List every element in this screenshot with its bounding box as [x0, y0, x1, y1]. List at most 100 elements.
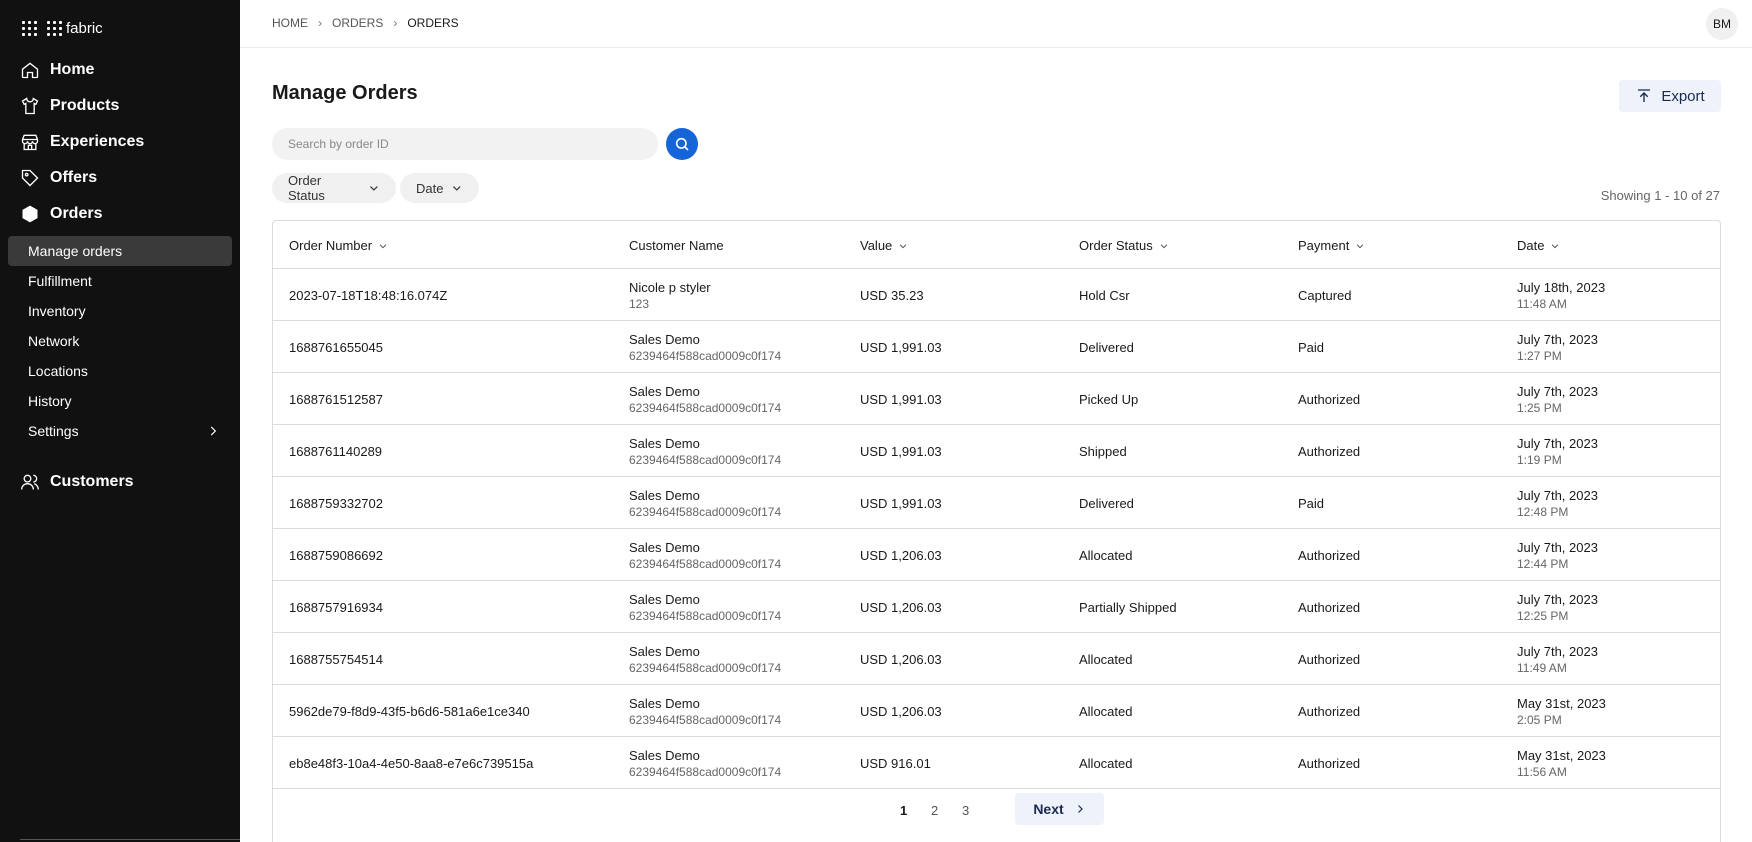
sub-item-settings[interactable]: Settings: [8, 416, 232, 446]
page-2[interactable]: 2: [931, 803, 938, 818]
table-row[interactable]: 2023-07-18T18:48:16.074Z Nicole p styler 1…: [273, 269, 1720, 321]
order-number[interactable]: 1688761512587: [289, 392, 383, 407]
sub-item-fulfillment[interactable]: Fulfillment: [8, 266, 232, 296]
customer-name: Sales Demo 6239464f588cad0009c0f174: [629, 332, 781, 363]
order-date-text: July 7th, 2023: [1517, 540, 1598, 555]
sub-item-network[interactable]: Network: [8, 326, 232, 356]
order-number[interactable]: 1688757916934: [289, 600, 383, 615]
table-row[interactable]: 1688755754514 Sales Demo 6239464f588cad000…: [273, 633, 1720, 685]
export-button[interactable]: Export: [1619, 80, 1721, 112]
column-header-value[interactable]: Value: [860, 238, 908, 253]
breadcrumb: HOME › ORDERS › ORDERS: [272, 16, 459, 30]
page-1[interactable]: 1: [900, 803, 907, 818]
table-row[interactable]: 1688759086692 Sales Demo 6239464f588cad000…: [273, 529, 1720, 581]
nav-item-home[interactable]: Home: [0, 52, 240, 88]
order-number[interactable]: 1688755754514: [289, 652, 383, 667]
customer-name-text: Sales Demo: [629, 488, 700, 503]
nav-label: Offers: [50, 169, 98, 186]
nav-item-products[interactable]: Products: [0, 88, 240, 124]
customer-name: Sales Demo 6239464f588cad0009c0f174: [629, 436, 781, 467]
column-header-order-number[interactable]: Order Number: [289, 238, 388, 253]
nav-item-customers[interactable]: Customers: [0, 464, 240, 500]
column-header-order-status[interactable]: Order Status: [1079, 238, 1169, 253]
order-date: May 31st, 2023 11:56 AM: [1517, 748, 1606, 779]
table-row[interactable]: 1688761655045 Sales Demo 6239464f588cad000…: [273, 321, 1720, 373]
column-header-date[interactable]: Date: [1517, 238, 1560, 253]
order-value: USD 1,206.03: [860, 600, 942, 615]
order-number[interactable]: 1688759086692: [289, 548, 383, 563]
order-value: USD 916.01: [860, 756, 931, 771]
payment-status: Authorized: [1298, 444, 1361, 459]
order-value: USD 1,206.03: [860, 652, 942, 667]
apps-grid-icon[interactable]: [22, 21, 37, 36]
filter-label: Date: [416, 180, 444, 196]
search-input[interactable]: [272, 128, 658, 160]
breadcrumb-separator-icon: ›: [393, 16, 398, 30]
nav-item-experiences[interactable]: Experiences: [0, 124, 240, 160]
breadcrumb-home[interactable]: HOME: [272, 16, 308, 30]
hexagon-icon: [22, 205, 38, 223]
nav-item-offers[interactable]: Offers: [0, 160, 240, 196]
search-button[interactable]: [666, 128, 698, 160]
sub-item-label: Locations: [28, 363, 88, 379]
order-value: USD 35.23: [860, 288, 924, 303]
next-page-button[interactable]: Next: [1015, 793, 1104, 825]
order-status: Delivered: [1079, 340, 1134, 355]
brand-name: fabric: [66, 20, 103, 37]
sort-chevron-icon: [900, 243, 907, 248]
payment-status: Paid: [1298, 340, 1325, 355]
order-status: Shipped: [1079, 444, 1127, 459]
table-row[interactable]: 1688761512587 Sales Demo 6239464f588cad000…: [273, 373, 1720, 425]
column-header-payment[interactable]: Payment: [1298, 238, 1365, 253]
order-number[interactable]: 1688761655045: [289, 340, 383, 355]
sub-item-manage-orders[interactable]: Manage orders: [8, 236, 232, 266]
customer-name-text: Sales Demo: [629, 332, 700, 347]
order-status-filter[interactable]: Order Status: [272, 173, 396, 203]
column-label: Order Status: [1079, 238, 1153, 253]
order-date: July 7th, 2023 1:19 PM: [1517, 436, 1598, 467]
order-number[interactable]: 2023-07-18T18:48:16.074Z: [289, 288, 447, 303]
table-row[interactable]: 1688761140289 Sales Demo 6239464f588cad000…: [273, 425, 1720, 477]
column-label: Payment: [1298, 238, 1350, 253]
order-number[interactable]: 1688759332702: [289, 496, 383, 511]
order-time: 1:27 PM: [1517, 349, 1562, 363]
order-value: USD 1,206.03: [860, 704, 942, 719]
customer-id: 6239464f588cad0009c0f174: [629, 661, 782, 675]
order-value: USD 1,991.03: [860, 340, 942, 355]
brand[interactable]: fabric: [22, 20, 103, 37]
nav-item-orders[interactable]: Orders: [0, 196, 240, 232]
sub-item-history[interactable]: History: [8, 386, 232, 416]
sub-item-inventory[interactable]: Inventory: [8, 296, 232, 326]
page-3[interactable]: 3: [962, 803, 969, 818]
order-number[interactable]: 1688761140289: [289, 444, 382, 459]
table-row[interactable]: 1688757916934 Sales Demo 6239464f588cad000…: [273, 581, 1720, 633]
order-status: Allocated: [1079, 652, 1133, 667]
payment-status: Authorized: [1298, 652, 1361, 667]
order-value: USD 1,991.03: [860, 392, 942, 407]
table-row[interactable]: 5962de79-f8d9-43f5-b6d6-581a6e1ce340 Sale…: [273, 685, 1720, 737]
sub-item-label: Fulfillment: [28, 273, 92, 289]
order-value: USD 1,991.03: [860, 496, 942, 511]
breadcrumb-orders[interactable]: ORDERS: [332, 16, 383, 30]
table-row[interactable]: 1688759332702 Sales Demo 6239464f588cad000…: [273, 477, 1720, 529]
order-value: USD 1,206.03: [860, 548, 942, 563]
customer-name: Sales Demo 6239464f588cad0009c0f174: [629, 384, 781, 415]
customer-id: 6239464f588cad0009c0f174: [629, 349, 782, 363]
order-time: 11:48 AM: [1517, 297, 1567, 311]
order-date: July 7th, 2023 12:25 PM: [1517, 592, 1598, 623]
date-filter[interactable]: Date: [400, 173, 479, 203]
table-row[interactable]: eb8e48f3-10a4-4e50-8aa8-e7e6c739515a Sale…: [273, 737, 1720, 789]
order-number[interactable]: eb8e48f3-10a4-4e50-8aa8-e7e6c739515a: [289, 756, 533, 771]
avatar[interactable]: BM: [1706, 8, 1738, 40]
chevron-right-icon: [210, 426, 217, 436]
brand-logo: fabric: [47, 20, 103, 37]
order-value: USD 1,991.03: [860, 444, 942, 459]
order-date-text: July 7th, 2023: [1517, 592, 1598, 607]
sub-item-locations[interactable]: Locations: [8, 356, 232, 386]
payment-status: Authorized: [1298, 704, 1361, 719]
customer-name: Sales Demo 6239464f588cad0009c0f174: [629, 644, 781, 675]
order-status: Partially Shipped: [1079, 600, 1177, 615]
order-number[interactable]: 5962de79-f8d9-43f5-b6d6-581a6e1ce340: [289, 704, 530, 719]
column-header-customer-name: Customer Name: [629, 238, 724, 253]
chevron-right-icon: [1077, 805, 1083, 813]
